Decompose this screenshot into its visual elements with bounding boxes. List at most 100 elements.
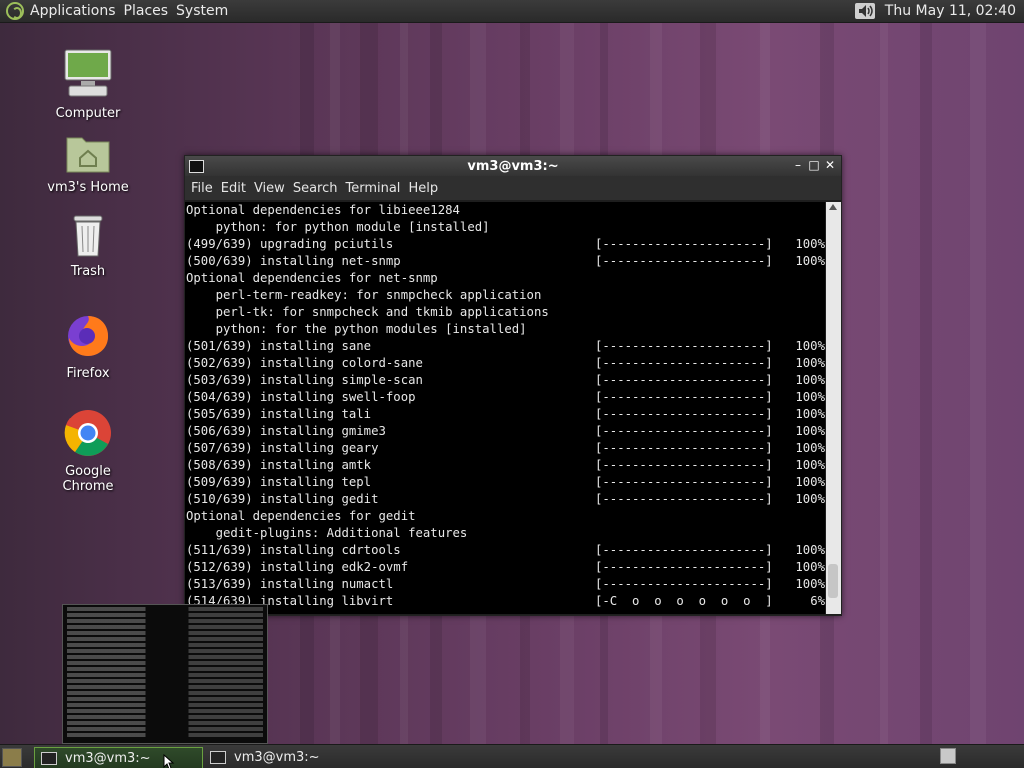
preview-line <box>67 607 263 611</box>
desktop-icon-trash[interactable]: Trash <box>38 212 138 279</box>
progress-percent: 100% <box>795 560 825 574</box>
desktop-icon-chrome[interactable]: Google Chrome <box>38 408 138 494</box>
taskbar-item[interactable]: vm3@vm3:~ <box>204 747 371 767</box>
preview-line <box>67 667 263 671</box>
preview-line <box>67 709 263 713</box>
menu-search[interactable]: Search <box>293 181 338 196</box>
terminal-line-text: perl-tk: for snmpcheck and tkmib applica… <box>186 305 549 319</box>
desktop-icon-label: Trash <box>70 264 106 279</box>
terminal-line: python: for the python modules [installe… <box>185 321 825 338</box>
top-panel: Applications Places System Thu May 11, 0… <box>0 0 1024 23</box>
menu-system[interactable]: System <box>176 3 228 19</box>
scrollbar-thumb[interactable] <box>828 564 838 598</box>
terminal-line-text: (513/639) installing numactl <box>186 577 394 591</box>
terminal-line: (501/639) installing sane [--------------… <box>185 338 825 355</box>
progress-percent: 100% <box>795 475 825 489</box>
taskbar-item[interactable]: vm3@vm3:~ <box>34 747 203 768</box>
terminal-line: (514/639) installing libvirt [-C o o o o … <box>185 593 825 610</box>
desktop-icon-computer[interactable]: Computer <box>38 48 138 121</box>
preview-line <box>67 679 263 683</box>
volume-icon[interactable] <box>853 1 879 21</box>
menu-file[interactable]: File <box>191 181 213 196</box>
terminal-output[interactable]: Optional dependencies for libieee1284 py… <box>185 202 825 614</box>
preview-line <box>67 661 263 665</box>
chrome-icon <box>64 410 111 456</box>
progress-percent: 100% <box>795 577 825 591</box>
preview-line <box>67 685 263 689</box>
terminal-line-text: (499/639) upgrading pciutils <box>186 237 394 251</box>
terminal-line: perl-tk: for snmpcheck and tkmib applica… <box>185 304 825 321</box>
terminal-line: (510/639) installing gedit [-------------… <box>185 491 825 508</box>
progress-percent: 100% <box>795 424 825 438</box>
menu-view[interactable]: View <box>254 181 285 196</box>
terminal-icon <box>41 751 57 765</box>
progress-percent: 100% <box>795 543 825 557</box>
terminal-line: (507/639) installing geary [-------------… <box>185 440 825 457</box>
menu-applications[interactable]: Applications <box>30 3 116 19</box>
preview-line <box>67 727 263 731</box>
menu-edit[interactable]: Edit <box>221 181 246 196</box>
terminal-icon <box>210 750 226 764</box>
preview-line <box>67 649 263 653</box>
preview-line <box>67 715 263 719</box>
home-folder-icon <box>66 137 110 173</box>
terminal-line: (500/639) installing net-snmp [----------… <box>185 253 825 270</box>
scroll-up-arrow-icon[interactable] <box>829 204 837 210</box>
maximize-button[interactable]: □ <box>807 158 821 172</box>
menu-help[interactable]: Help <box>408 181 438 196</box>
terminal-line-text: Optional dependencies for libieee1284 <box>186 203 460 217</box>
preview-line <box>67 721 263 725</box>
preview-line <box>67 673 263 677</box>
distro-logo-icon[interactable] <box>6 2 24 20</box>
preview-line <box>67 619 263 623</box>
terminal-line-text: gedit-plugins: Additional features <box>186 526 468 540</box>
terminal-line-text: (506/639) installing gmime3 <box>186 424 386 438</box>
clock[interactable]: Thu May 11, 02:40 <box>885 3 1016 19</box>
minimize-button[interactable]: – <box>791 158 805 172</box>
bottom-panel: vm3@vm3:~ vm3@vm3:~ <box>0 744 1024 768</box>
terminal-line: perl-term-readkey: for snmpcheck applica… <box>185 287 825 304</box>
window-preview-thumbnail <box>62 604 268 744</box>
terminal-line: (513/639) installing numactl [-----------… <box>185 576 825 593</box>
progress-bar-text: [----------------------] <box>595 475 773 489</box>
terminal-scrollbar[interactable] <box>826 202 841 614</box>
progress-percent: 100% <box>795 441 825 455</box>
desktop-icon-firefox[interactable]: Firefox <box>38 310 138 381</box>
terminal-line: Optional dependencies for libieee1284 <box>185 202 825 219</box>
terminal-line: (506/639) installing gmime3 [------------… <box>185 423 825 440</box>
progress-percent: 100% <box>795 390 825 404</box>
terminal-line-text: Optional dependencies for gedit <box>186 509 416 523</box>
progress-percent: 100% <box>795 356 825 370</box>
terminal-line: (502/639) installing colord-sane [-------… <box>185 355 825 372</box>
terminal-window[interactable]: vm3@vm3:~ – □ ✕ File Edit View Search Te… <box>184 155 842 616</box>
preview-line <box>67 703 263 707</box>
taskbar-item-label: vm3@vm3:~ <box>65 750 151 766</box>
progress-percent: 100% <box>795 373 825 387</box>
firefox-icon <box>68 316 109 356</box>
menu-terminal[interactable]: Terminal <box>345 181 400 196</box>
desktop-icon-label: Google Chrome <box>62 464 114 494</box>
preview-line <box>67 697 263 701</box>
terminal-menubar: File Edit View Search Terminal Help <box>185 176 841 200</box>
progress-bar-text: [----------------------] <box>595 373 773 387</box>
terminal-line: Optional dependencies for gedit <box>185 508 825 525</box>
terminal-line: (509/639) installing tepl [--------------… <box>185 474 825 491</box>
menu-places[interactable]: Places <box>124 3 169 19</box>
progress-bar-text: [----------------------] <box>595 254 773 268</box>
desktop-icon-label: vm3's Home <box>47 180 129 195</box>
progress-percent: 100% <box>795 407 825 421</box>
terminal-line-text: (502/639) installing colord-sane <box>186 356 423 370</box>
close-button[interactable]: ✕ <box>823 158 837 172</box>
workspace-switcher[interactable] <box>940 748 956 764</box>
preview-line <box>67 637 263 641</box>
desktop-icon-home[interactable]: vm3's Home <box>38 132 138 195</box>
terminal-line-text: (507/639) installing geary <box>186 441 379 455</box>
show-desktop-icon[interactable] <box>2 748 22 767</box>
terminal-line-text: (500/639) installing net-snmp <box>186 254 401 268</box>
terminal-line-text: Optional dependencies for net-snmp <box>186 271 438 285</box>
desktop-icon-label: Computer <box>55 106 121 121</box>
terminal-line-text: python: for the python modules [installe… <box>186 322 527 336</box>
terminal-line: (511/639) installing cdrtools [----------… <box>185 542 825 559</box>
terminal-line: (512/639) installing edk2-ovmf [---------… <box>185 559 825 576</box>
window-titlebar[interactable]: vm3@vm3:~ – □ ✕ <box>185 156 841 176</box>
